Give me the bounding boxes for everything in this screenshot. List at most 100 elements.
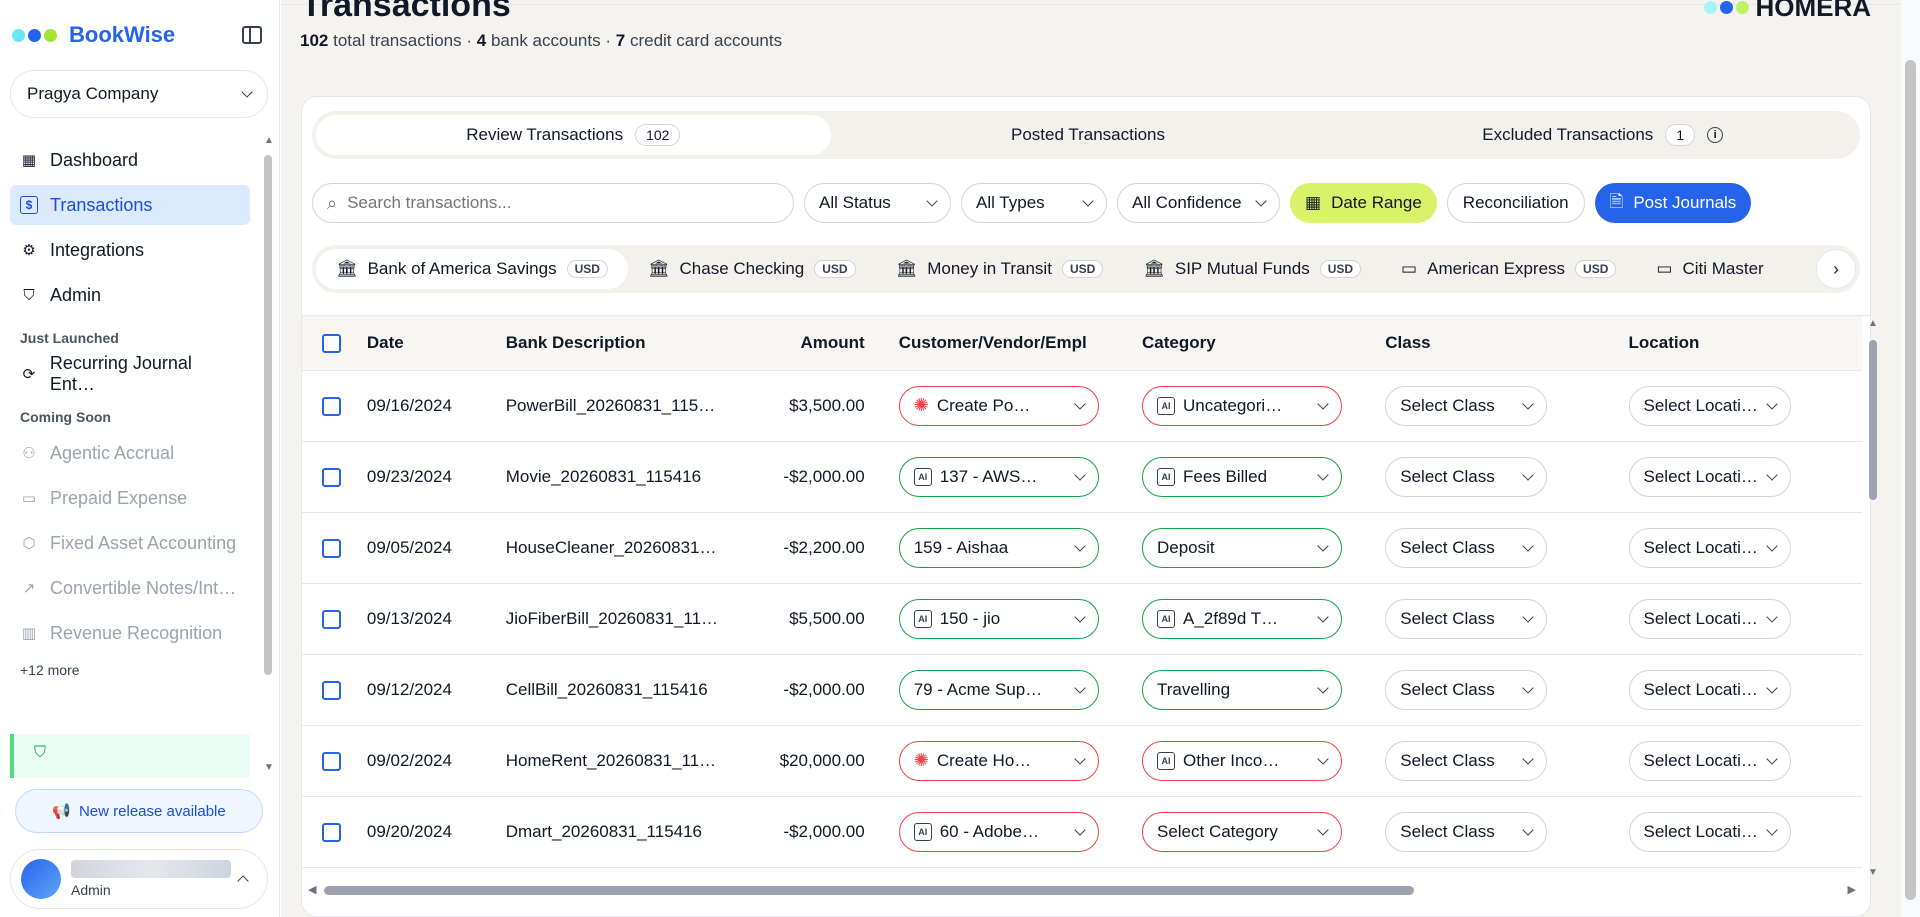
account-tab[interactable]: ▭ Citi Master [1636, 249, 1783, 289]
location-select[interactable]: Select Location [1628, 527, 1791, 568]
tab-review-transactions[interactable]: Review Transactions 102 [316, 115, 831, 155]
search-icon: ⌕ [327, 192, 338, 213]
megaphone-icon: 📢 [52, 803, 71, 820]
search-box[interactable]: ⌕ [312, 183, 794, 223]
scroll-left-arrow-icon[interactable]: ◀ [308, 883, 316, 896]
class-select[interactable]: Select Class [1385, 669, 1548, 710]
class-select[interactable]: Select Class [1385, 598, 1548, 639]
customer-select[interactable]: ✺ Create Po… [898, 385, 1099, 426]
brand[interactable]: BookWise [12, 22, 175, 48]
document-icon: 🗎 [1609, 191, 1624, 211]
column-header[interactable]: Bank Description [505, 316, 739, 371]
column-header[interactable]: Class [1365, 316, 1609, 371]
tab-excluded-transactions[interactable]: Excluded Transactions 1 i [1345, 115, 1860, 155]
row-checkbox[interactable] [322, 538, 341, 558]
class-select[interactable]: Select Class [1385, 811, 1548, 852]
chevron-up-icon [237, 875, 249, 887]
chevron-down-icon [1765, 397, 1778, 410]
sidebar-item-label: Transactions [50, 194, 153, 215]
customer-select[interactable]: AI 150 - jio [898, 598, 1099, 639]
account-tab[interactable]: 🏛 Chase Checking USD [628, 249, 876, 289]
date-cell: 09/12/2024 [366, 654, 506, 726]
location-select[interactable]: Select Location [1628, 811, 1791, 852]
sidebar-item-admin[interactable]: ⛉ Admin [10, 275, 250, 315]
row-checkbox[interactable] [322, 609, 341, 629]
customer-select[interactable]: 79 - Acme Sup… [898, 669, 1099, 710]
horizontal-scrollbar[interactable]: ◀ ▶ [308, 883, 1862, 897]
page-scrollbar[interactable] [1901, 0, 1920, 917]
category-select[interactable]: AI Other Inco… [1141, 740, 1342, 781]
sidebar-item-dashboard[interactable]: ▦ Dashboard [10, 140, 250, 180]
class-select[interactable]: Select Class [1385, 527, 1548, 568]
company-selector[interactable]: Pragya Company [10, 70, 268, 118]
row-checkbox[interactable] [322, 822, 341, 842]
location-select[interactable]: Select Location [1628, 669, 1791, 710]
account-tab[interactable]: 🏛 Money in Transit USD [876, 249, 1124, 289]
ai-icon: AI [1156, 751, 1175, 770]
row-checkbox[interactable] [322, 396, 341, 416]
location-select[interactable]: Select Location [1628, 456, 1791, 497]
column-header[interactable]: Category [1121, 316, 1366, 371]
date-range-button[interactable]: ▦ Date Range [1290, 183, 1437, 223]
table-vertical-scrollbar[interactable]: ▲ ▼ [1867, 318, 1879, 878]
search-input[interactable] [347, 193, 779, 213]
user-menu[interactable]: Admin [10, 849, 268, 909]
sidebar-item-revenue-recognition: ▥ Revenue Recognition [10, 613, 250, 653]
sidebar-toggle-icon[interactable] [242, 26, 262, 44]
bank-icon: 🏛 [336, 259, 358, 278]
description-cell: HomeRent_20260831_11… [505, 725, 739, 797]
sidebar-item-label: Admin [50, 284, 102, 305]
account-tab[interactable]: 🏛 Bank of America Savings USD [316, 249, 628, 289]
info-icon[interactable]: i [1707, 127, 1724, 143]
chevron-right-icon[interactable]: › [1816, 249, 1856, 289]
class-select-value: Select Class [1400, 466, 1495, 486]
chevron-down-icon [1317, 752, 1329, 765]
select-all-checkbox[interactable] [322, 333, 341, 353]
total-label: total transactions [333, 31, 462, 50]
sparkle-icon: ✺ [913, 750, 929, 770]
customer-select[interactable]: 159 - Aishaa [898, 527, 1099, 568]
sidebar-item-recurring-journal[interactable]: ⟳ Recurring Journal Ent… [10, 353, 250, 394]
class-cell: Select Class [1365, 441, 1609, 513]
scroll-down-arrow-icon[interactable]: ▼ [264, 762, 274, 773]
category-select[interactable]: Travelling [1141, 669, 1342, 710]
customer-select[interactable]: AI 137 - AWS… [898, 456, 1099, 497]
category-select[interactable]: Select Category [1141, 811, 1342, 852]
confidence-filter[interactable]: All Confidence [1117, 183, 1280, 223]
sidebar-item-integrations[interactable]: ⚙ Integrations [10, 230, 250, 270]
post-journals-button[interactable]: 🗎 Post Journals [1594, 183, 1752, 223]
status-filter[interactable]: All Status [804, 183, 951, 223]
class-select[interactable]: Select Class [1385, 740, 1548, 781]
types-filter[interactable]: All Types [961, 183, 1107, 223]
customer-select[interactable]: AI 60 - Adobe… [898, 811, 1099, 852]
column-header[interactable]: Date [366, 316, 506, 371]
scroll-up-arrow-icon[interactable]: ▲ [1868, 318, 1878, 329]
location-select[interactable]: Select Location [1628, 385, 1791, 426]
sidebar-scrollbar[interactable] [264, 135, 272, 775]
category-select[interactable]: AI Uncategori… [1141, 385, 1342, 426]
location-select[interactable]: Select Location [1628, 740, 1791, 781]
account-tab[interactable]: ▭ American Express USD [1381, 249, 1636, 289]
row-checkbox[interactable] [322, 751, 341, 771]
new-release-button[interactable]: 📢 New release available [15, 789, 263, 833]
location-select[interactable]: Select Location [1628, 598, 1791, 639]
category-select[interactable]: AI A_2f89d T… [1141, 598, 1342, 639]
class-select[interactable]: Select Class [1385, 385, 1548, 426]
row-checkbox[interactable] [322, 680, 341, 700]
scroll-right-arrow-icon[interactable]: ▶ [1848, 883, 1856, 896]
category-select[interactable]: Deposit [1141, 527, 1342, 568]
customer-select[interactable]: ✺ Create Ho… [898, 740, 1099, 781]
reconciliation-button[interactable]: Reconciliation [1446, 183, 1585, 223]
sidebar-item-transactions[interactable]: $ Transactions [10, 185, 250, 225]
column-header[interactable]: Amount [738, 316, 879, 371]
currency-badge: USD [1319, 260, 1362, 278]
column-header[interactable]: Location [1608, 316, 1862, 371]
category-select[interactable]: AI Fees Billed [1141, 456, 1342, 497]
column-header[interactable]: Customer/Vendor/Empl [878, 316, 1122, 371]
scroll-down-arrow-icon[interactable]: ▼ [1868, 867, 1878, 878]
account-tab[interactable]: 🏛 SIP Mutual Funds USD [1123, 249, 1381, 289]
tab-posted-transactions[interactable]: Posted Transactions [831, 115, 1346, 155]
class-select[interactable]: Select Class [1385, 456, 1548, 497]
more-features-link[interactable]: +12 more [10, 658, 250, 682]
row-checkbox[interactable] [322, 467, 341, 487]
